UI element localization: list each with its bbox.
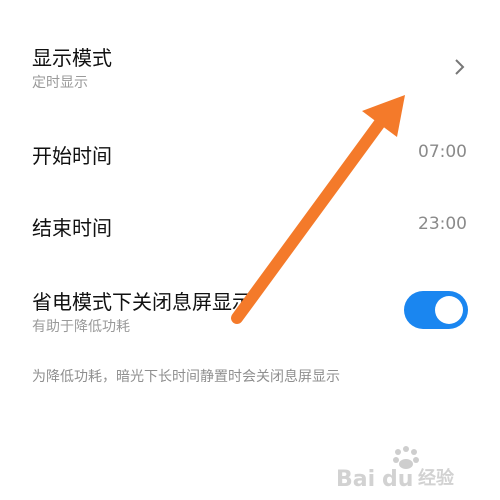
power-saving-title: 省电模式下关闭息屏显示 <box>32 290 252 314</box>
display-mode-subtitle: 定时显示 <box>32 75 88 91</box>
display-mode-row[interactable]: 显示模式 定时显示 <box>0 0 500 110</box>
power-saving-subtitle: 有助于降低功耗 <box>32 319 130 335</box>
svg-text:du: du <box>382 467 413 490</box>
end-time-title: 结束时间 <box>32 216 112 240</box>
end-time-value: 23:00 <box>418 214 467 234</box>
power-saving-note: 为降低功耗，暗光下长时间静置时会关闭息屏显示 <box>32 369 340 385</box>
start-time-title: 开始时间 <box>32 144 112 168</box>
baidu-watermark-logo: Bai du 经验 <box>336 446 455 490</box>
svg-text:Bai: Bai <box>336 467 375 490</box>
start-time-row[interactable]: 开始时间 07:00 <box>0 120 500 190</box>
chevron-right-icon[interactable] <box>452 57 468 77</box>
settings-screen: 显示模式 定时显示 开始时间 07:00 结束时间 23:00 省电模式下关闭息… <box>0 0 500 500</box>
toggle-knob <box>435 296 463 324</box>
end-time-row[interactable]: 结束时间 23:00 <box>0 192 500 262</box>
start-time-value: 07:00 <box>418 142 467 162</box>
power-saving-toggle[interactable] <box>404 291 468 329</box>
svg-text:经验: 经验 <box>418 467 455 489</box>
display-mode-title: 显示模式 <box>32 46 112 70</box>
